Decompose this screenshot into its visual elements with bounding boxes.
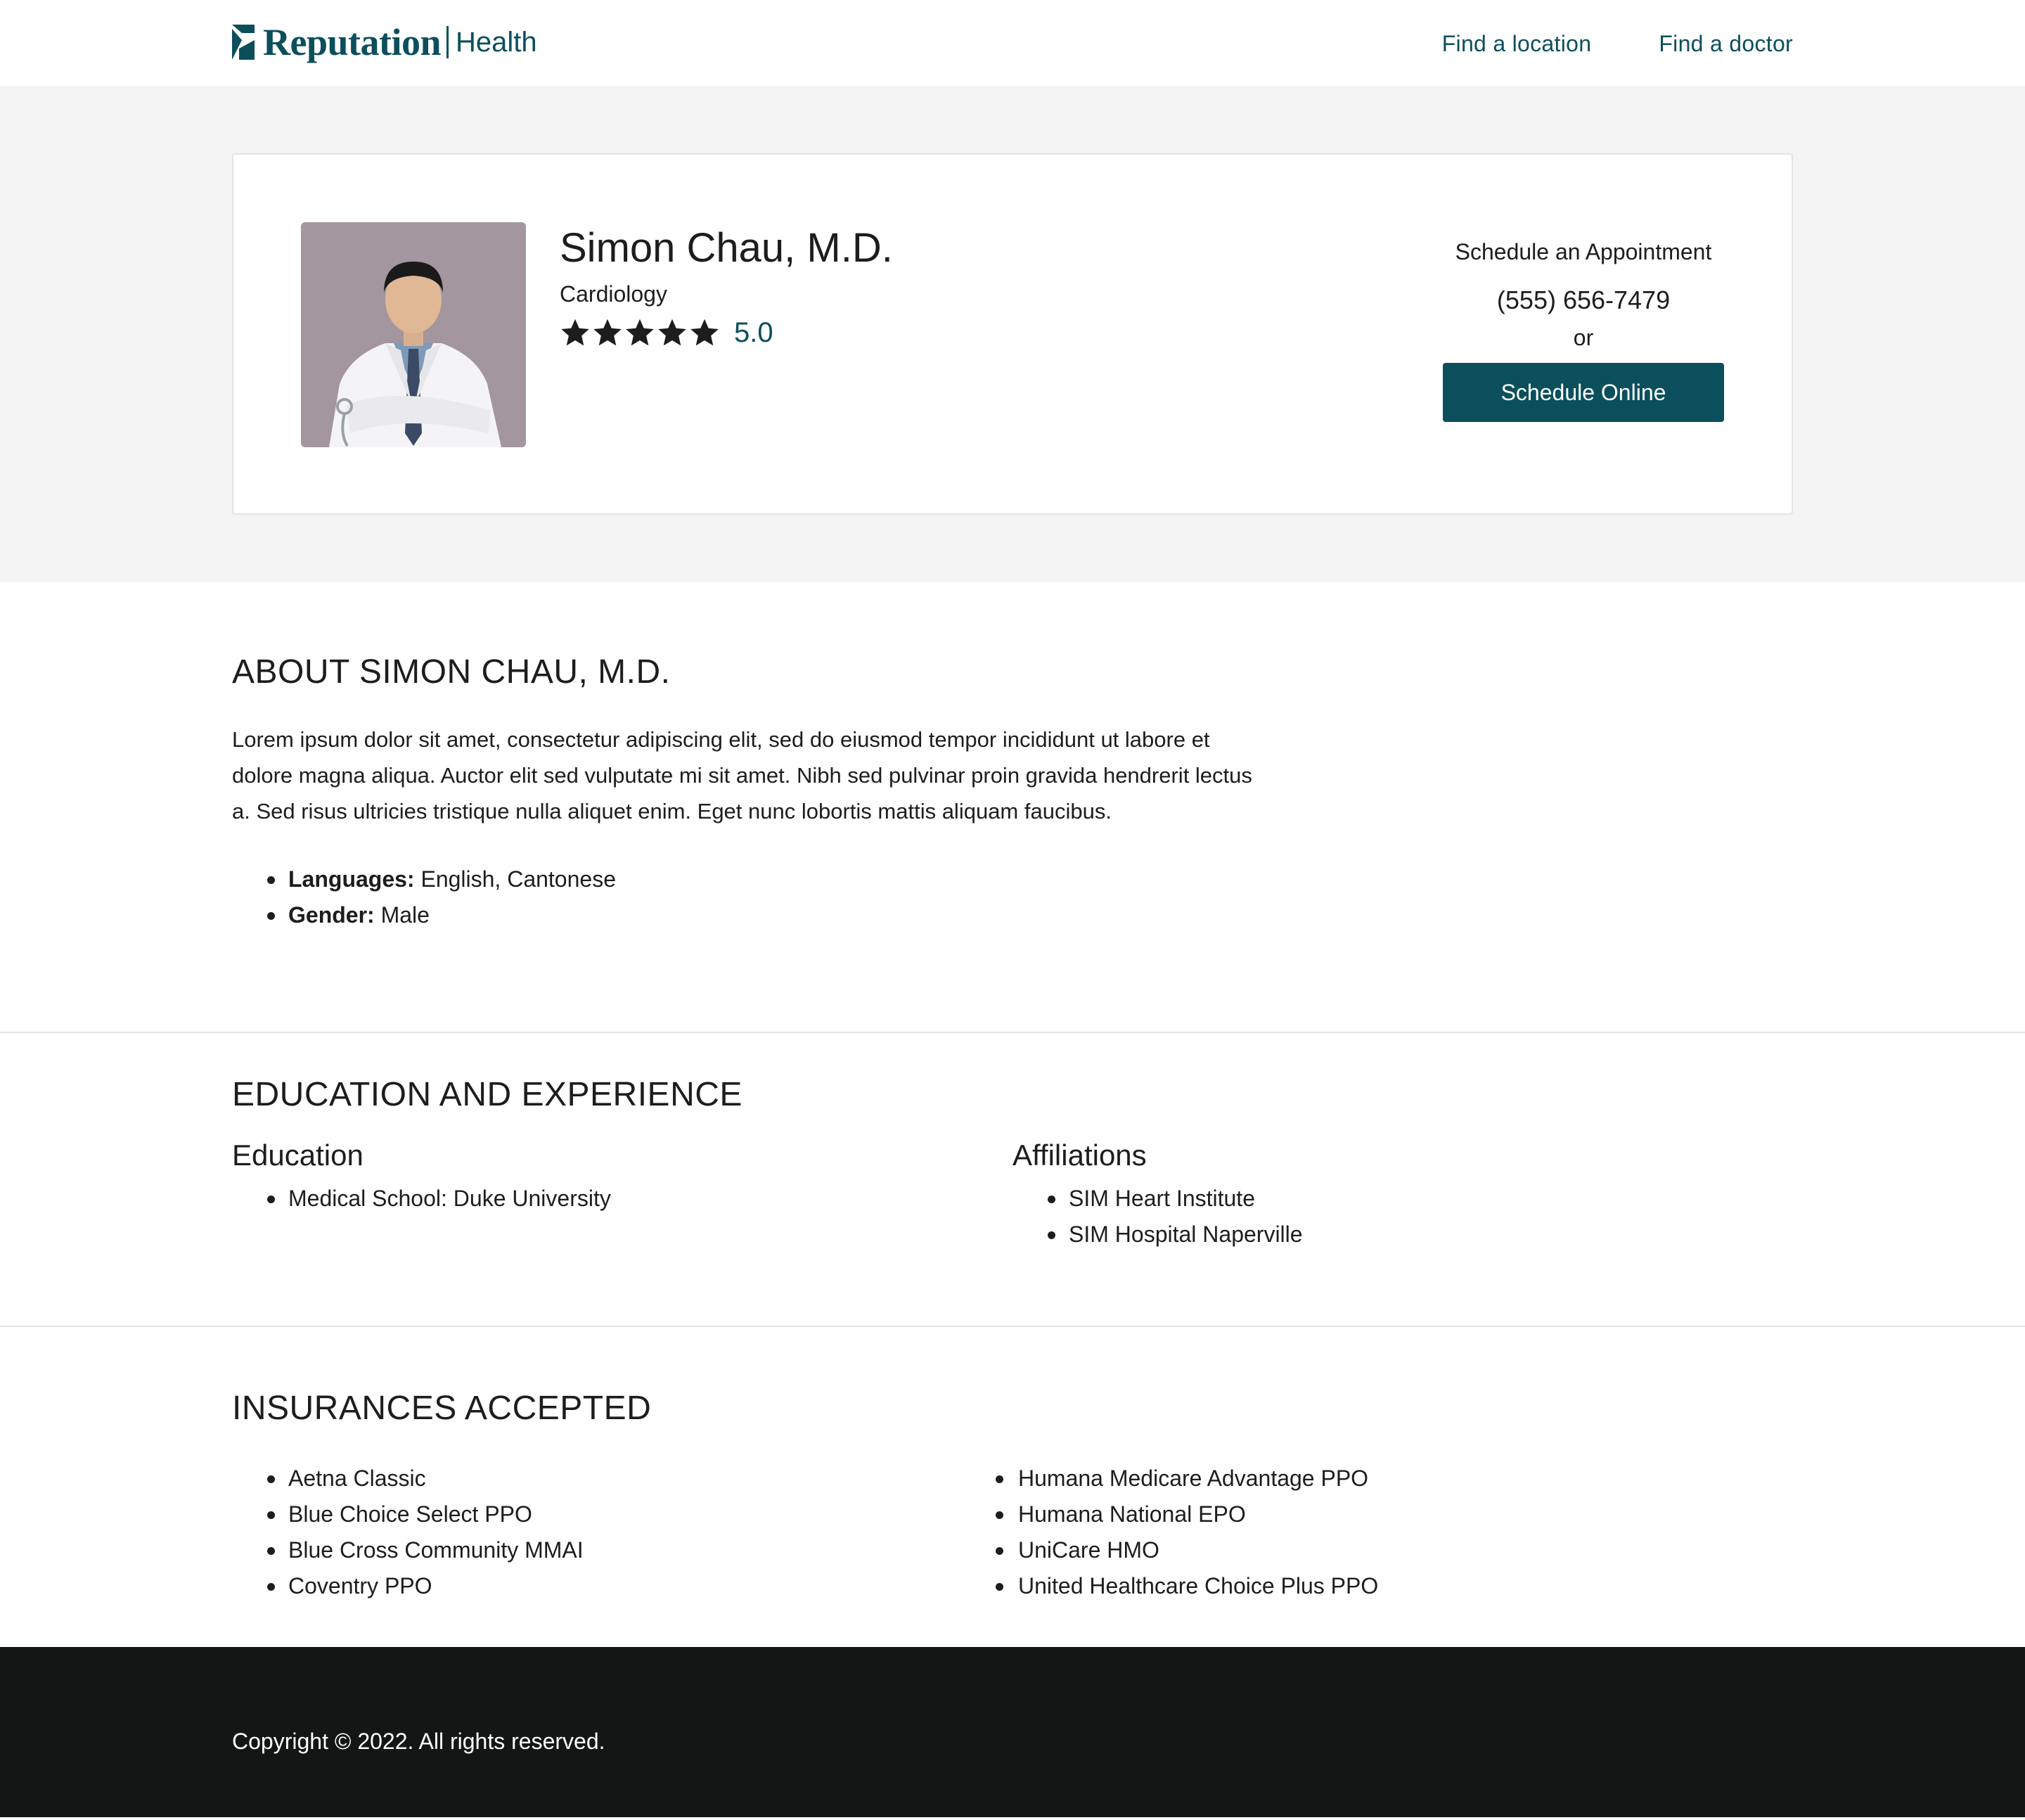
insurances-column-right: Humana Medicare Advantage PPO Humana Nat…: [996, 1461, 1759, 1604]
education-section: EDUCATION AND EXPERIENCE Education Medic…: [0, 1033, 2025, 1327]
insurances-section: INSURANCES ACCEPTED Aetna Classic Blue C…: [0, 1327, 2025, 1647]
list-item: Aetna Classic: [232, 1461, 996, 1497]
copyright-text: Copyright © 2022. All rights reserved.: [232, 1729, 605, 1754]
list-item: Humana Medicare Advantage PPO: [996, 1461, 1759, 1497]
reputation-logo-icon: [232, 25, 255, 60]
doctor-name: Simon Chau, M.D.: [560, 225, 893, 271]
star-icon: [561, 319, 589, 346]
site-header: Reputation Health Find a location Find a…: [0, 0, 2025, 86]
or-separator: or: [1573, 325, 1594, 350]
star-icon: [626, 319, 654, 346]
doctor-specialty: Cardiology: [560, 281, 667, 307]
list-item: Coventry PPO: [232, 1568, 996, 1604]
about-title: ABOUT SIMON CHAU, M.D.: [232, 653, 671, 691]
list-item: UniCare HMO: [996, 1532, 1759, 1568]
schedule-title: Schedule an Appointment: [1455, 239, 1712, 264]
doctor-portrait-icon: [301, 222, 526, 447]
list-item: Languages: English, Cantonese: [232, 861, 1793, 897]
affiliations-column: Affiliations SIM Heart Institute SIM Hos…: [1012, 1136, 1793, 1252]
about-section: ABOUT SIMON CHAU, M.D. Lorem ipsum dolor…: [0, 582, 2025, 1033]
star-icon: [593, 319, 622, 346]
site-footer: Copyright © 2022. All rights reserved.: [0, 1647, 2025, 1817]
affiliations-list: SIM Heart Institute SIM Hospital Napervi…: [1012, 1181, 1793, 1252]
schedule-panel: Schedule an Appointment (555) 656-7479 o…: [1443, 236, 1724, 422]
doctor-photo: [301, 222, 526, 447]
brand-divider: [446, 26, 449, 58]
education-column: Education Medical School: Duke Universit…: [232, 1136, 1012, 1252]
insurances-title: INSURANCES ACCEPTED: [232, 1390, 652, 1427]
brand-logo[interactable]: Reputation Health: [232, 21, 537, 63]
phone-number[interactable]: (555) 656-7479: [1443, 283, 1724, 318]
list-item: SIM Heart Institute: [1012, 1181, 1793, 1217]
star-icon: [690, 319, 719, 346]
brand-name: Reputation: [263, 21, 442, 63]
list-item: Blue Cross Community MMAI: [232, 1532, 996, 1568]
rating: 5.0: [560, 315, 773, 350]
education-heading: Education: [232, 1139, 364, 1172]
education-list: Medical School: Duke University: [232, 1181, 1012, 1217]
gender-label: Gender:: [288, 902, 375, 928]
nav-find-location-link[interactable]: Find a location: [1442, 27, 1592, 60]
list-item: United Healthcare Choice Plus PPO: [996, 1568, 1759, 1604]
star-rating: [560, 317, 720, 348]
languages-label: Languages:: [288, 866, 415, 892]
list-item: Gender: Male: [232, 897, 1793, 933]
list-item: Humana National EPO: [996, 1497, 1759, 1532]
insurances-column-left: Aetna Classic Blue Choice Select PPO Blu…: [232, 1461, 996, 1604]
nav-find-doctor-link[interactable]: Find a doctor: [1659, 27, 1793, 60]
rating-value: 5.0: [734, 317, 773, 348]
gender-value: Male: [374, 902, 430, 928]
languages-value: English, Cantonese: [414, 866, 616, 892]
affiliations-heading: Affiliations: [1012, 1139, 1147, 1172]
about-body: Lorem ipsum dolor sit amet, consectetur …: [232, 727, 1252, 824]
education-title: EDUCATION AND EXPERIENCE: [232, 1076, 742, 1113]
list-item: SIM Hospital Naperville: [1012, 1217, 1793, 1252]
schedule-online-button[interactable]: Schedule Online: [1443, 363, 1724, 422]
insurances-list-right: Humana Medicare Advantage PPO Humana Nat…: [996, 1461, 1759, 1604]
brand-sub: Health: [456, 27, 537, 58]
list-item: Blue Choice Select PPO: [232, 1497, 996, 1532]
hero-section: Simon Chau, M.D. Cardiology 5.0 Schedule…: [0, 86, 2025, 582]
main-nav: Find a location Find a doctor: [1442, 27, 1793, 60]
doctor-details-list: Languages: English, Cantonese Gender: Ma…: [232, 861, 1793, 933]
doctor-card: Simon Chau, M.D. Cardiology 5.0 Schedule…: [232, 153, 1793, 515]
star-icon: [658, 319, 686, 346]
insurances-list-left: Aetna Classic Blue Choice Select PPO Blu…: [232, 1461, 996, 1604]
list-item: Medical School: Duke University: [232, 1181, 1012, 1217]
